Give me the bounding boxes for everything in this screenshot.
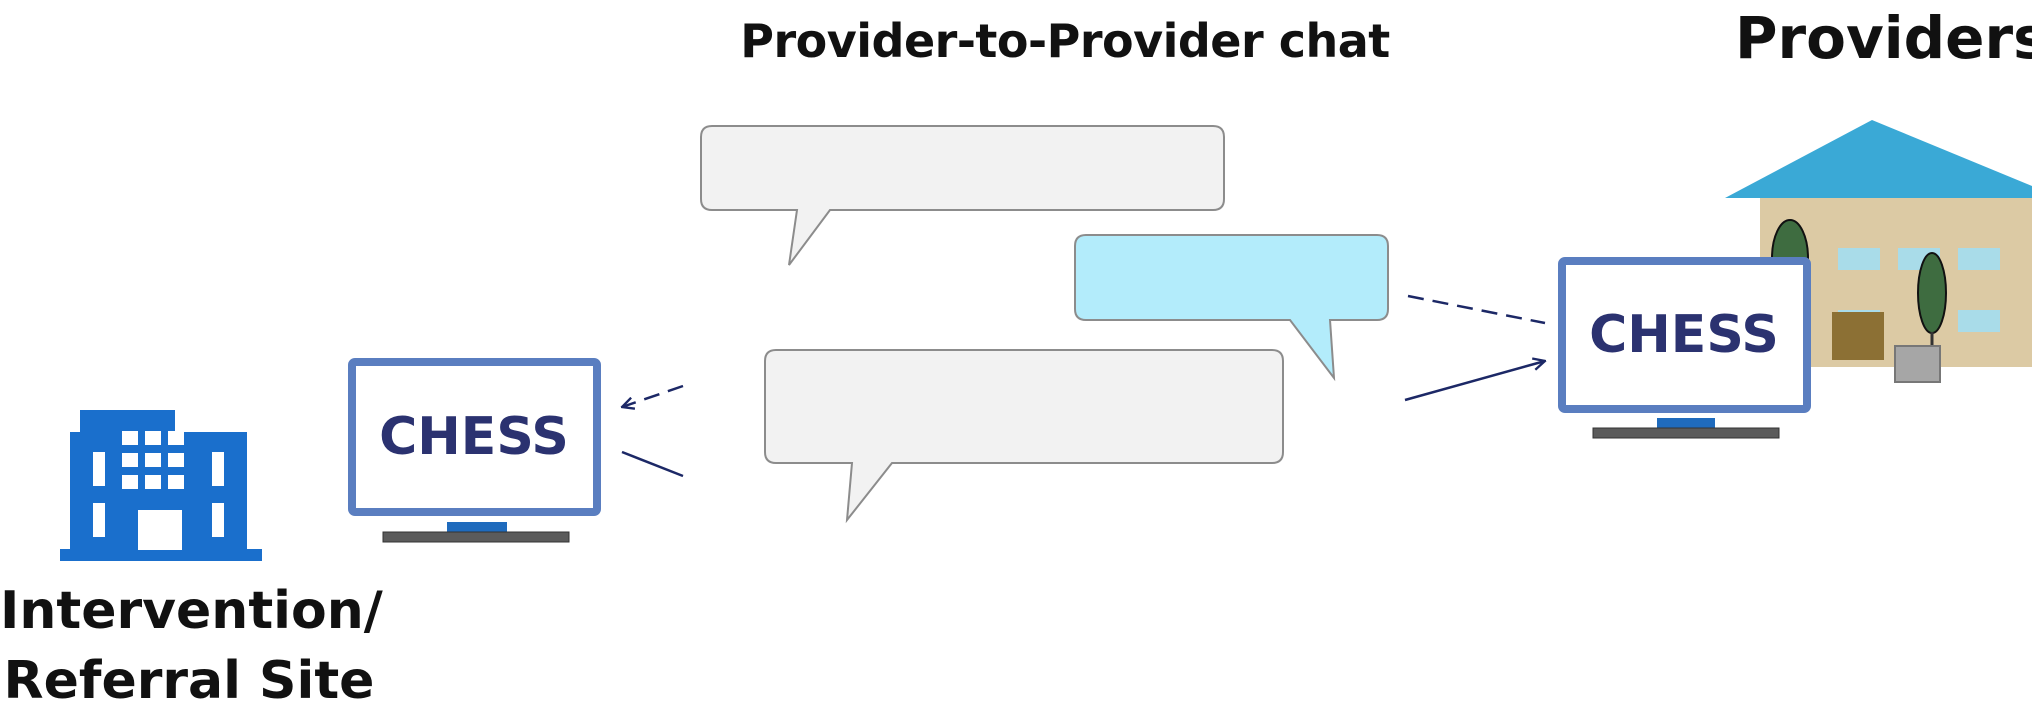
left-outgoing-line xyxy=(621,450,684,478)
chat-title: Provider-to-Provider chat xyxy=(740,14,1390,68)
right-incoming-arrow xyxy=(1404,361,1545,402)
computer-monitor-icon-right: CHESS xyxy=(1558,257,1811,439)
chess-monitor-label-right: CHESS xyxy=(1589,305,1779,365)
left-incoming-arrow xyxy=(622,384,684,407)
right-dashed-line xyxy=(1407,294,1546,325)
diagram: CHESS CHESS Provider-to-Provider chat Pr… xyxy=(0,0,2032,711)
chat-bubble-3 xyxy=(764,349,1284,524)
referral-site-label-line2: Referral Site xyxy=(3,651,375,711)
providers-title: Providers xyxy=(1735,4,2032,72)
computer-monitor-icon-left: CHESS xyxy=(348,358,601,543)
referral-site-label-line1: Intervention/ xyxy=(0,581,383,641)
office-building-icon xyxy=(60,410,262,561)
referral-site-label: Intervention/ Referral Site xyxy=(0,576,383,716)
chess-monitor-label-left: CHESS xyxy=(379,407,569,467)
